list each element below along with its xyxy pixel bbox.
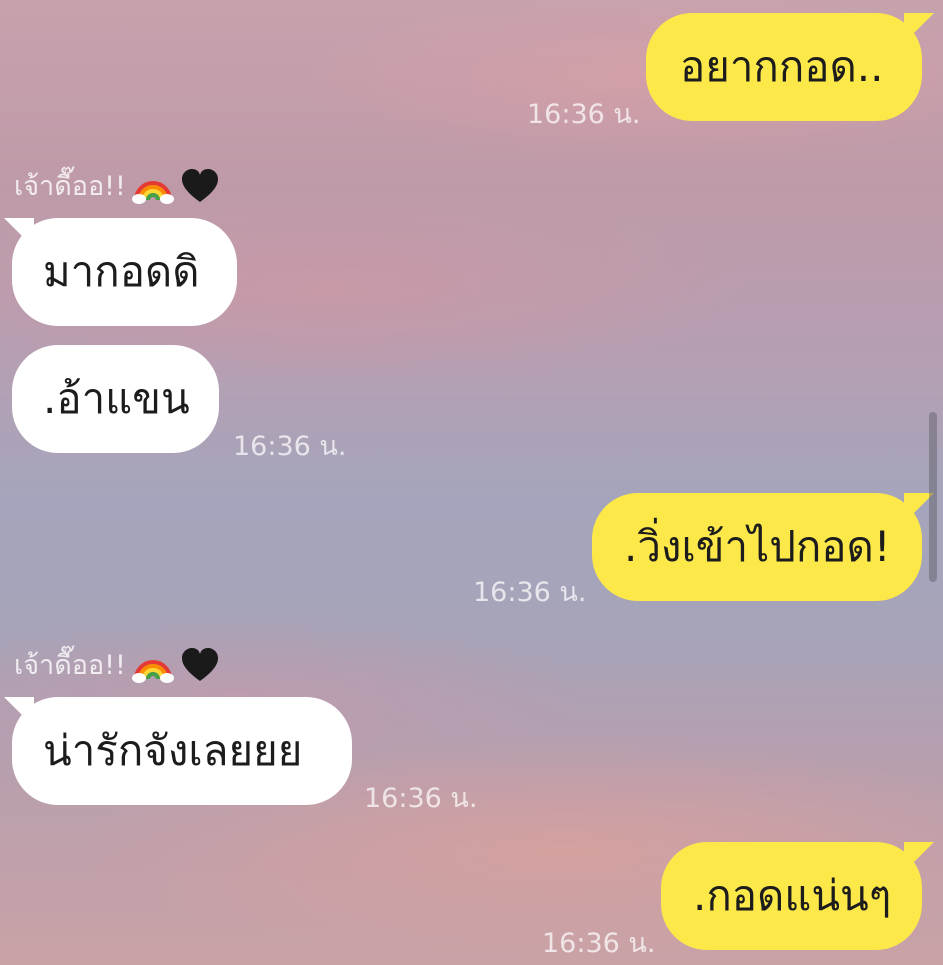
- message-text: .อ้าแขน: [43, 374, 190, 423]
- message-timestamp: 16:36 น.: [364, 783, 478, 814]
- black-heart-icon: [180, 647, 220, 683]
- message-timestamp: 16:36 น.: [527, 99, 641, 130]
- message-timestamp: 16:36 น.: [542, 928, 656, 959]
- scrollbar-thumb[interactable]: [929, 412, 937, 582]
- message-bubble-outgoing[interactable]: .วิ่งเข้าไปกอด!: [592, 493, 934, 601]
- message-bubble-incoming[interactable]: มากอดดิ: [4, 218, 237, 326]
- sender-name-row: เจ้าดื๊ออ!!: [14, 643, 220, 686]
- message-text: .กอดแน่นๆ: [693, 871, 892, 920]
- message-timestamp: 16:36 น.: [473, 577, 587, 608]
- sender-name-row: เจ้าดื๊ออ!!: [14, 164, 220, 207]
- message-bubble-outgoing[interactable]: .กอดแน่นๆ: [661, 842, 934, 950]
- sender-name: เจ้าดื๊ออ!!: [14, 171, 126, 202]
- message-text: น่ารักจังเลยยย: [43, 726, 303, 775]
- sender-name: เจ้าดื๊ออ!!: [14, 650, 126, 681]
- message-bubble-incoming[interactable]: น่ารักจังเลยยย: [4, 697, 352, 805]
- rainbow-icon: [131, 168, 174, 204]
- message-bubble-outgoing[interactable]: อยากกอด..: [646, 13, 934, 121]
- message-text: มากอดดิ: [43, 247, 200, 296]
- message-text: อยากกอด..: [680, 42, 884, 91]
- message-bubble-incoming[interactable]: .อ้าแขน: [12, 345, 219, 453]
- message-text: .วิ่งเข้าไปกอด!: [624, 522, 891, 571]
- message-timestamp: 16:36 น.: [233, 431, 347, 462]
- black-heart-icon: [180, 168, 220, 204]
- rainbow-icon: [131, 647, 174, 683]
- chat-area[interactable]: อยากกอด.. 16:36 น. เจ้าดื๊ออ!! มากอดดิ .…: [0, 0, 943, 965]
